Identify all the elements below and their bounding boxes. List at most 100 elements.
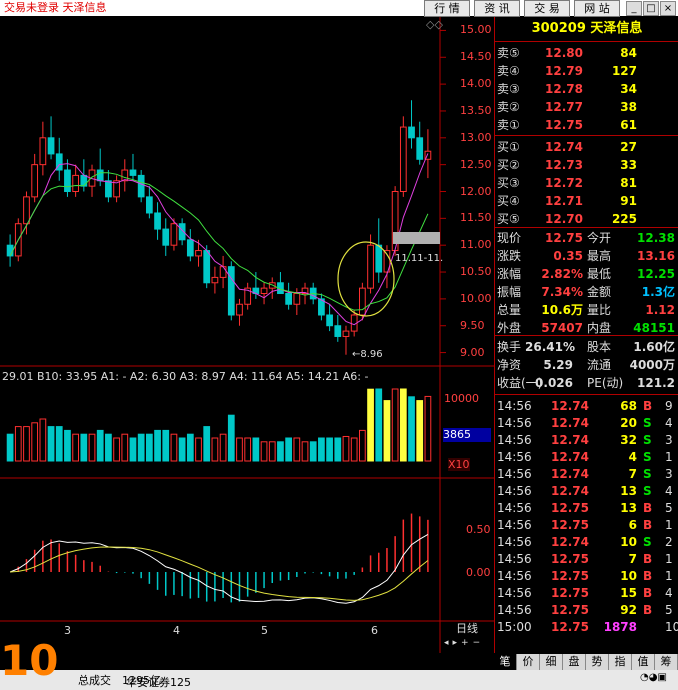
status-icons[interactable]: ◔◕▣ [640, 672, 667, 683]
ask-price: 12.75 [545, 118, 583, 132]
tick-flag: B [643, 399, 653, 413]
candle-body [260, 287, 268, 295]
price-tick-label: 13.50 [460, 103, 492, 117]
stat-value: 4000万 [629, 358, 675, 372]
volume-bar [154, 429, 161, 462]
vol-value-tag: 3865 [443, 428, 491, 442]
ask-label: 卖③ [497, 82, 520, 96]
tab-3[interactable]: 盘 [563, 654, 586, 670]
status-label: 总成交 [78, 674, 111, 687]
ask-price: 12.79 [545, 64, 583, 78]
volume-bar [129, 437, 137, 462]
volume-bar [88, 433, 96, 462]
price-tick-label: 14.00 [460, 77, 492, 91]
tick-time: 14:56 [497, 518, 532, 532]
volume-bar [195, 437, 202, 462]
stat-value: 12.25 [637, 267, 675, 281]
stat-key: 股本 [587, 340, 612, 354]
stock-header: 300209 天泽信息 [495, 17, 678, 42]
tick-row: 14:56 12.75 6 B 1 [495, 517, 678, 534]
candle-body [6, 244, 14, 257]
stat-key: 涨幅 [497, 267, 522, 281]
ask-volume: 127 [611, 64, 637, 78]
stat-key: 涨跌 [497, 249, 522, 263]
candle-body [358, 287, 366, 316]
window-title: 交易未登录 天泽信息 [4, 1, 107, 14]
bid-row: 买④ 12.71 91 [495, 192, 678, 210]
minimize-icon[interactable]: _ [626, 1, 642, 16]
candle-body [47, 137, 55, 155]
tick-time: 14:56 [497, 603, 532, 617]
stat-value: 12.75 [545, 231, 583, 245]
volume-bar [358, 429, 366, 462]
vol-unit: X10 [448, 458, 470, 471]
detail-tabs: 笔价细盘势指值筹 [494, 654, 678, 670]
tab-5[interactable]: 指 [609, 654, 632, 670]
tick-row: 14:56 12.74 68 B 9 [495, 398, 678, 415]
tab-7[interactable]: 筹 [655, 654, 678, 670]
stat-value: 0.026 [535, 376, 573, 390]
tab-trade-button[interactable]: 交 易 [524, 0, 570, 17]
bid-price: 12.71 [545, 194, 583, 208]
period-label[interactable]: 日线 [456, 620, 492, 636]
ask-row: 卖③ 12.78 34 [495, 80, 678, 98]
tab-0[interactable]: 笔 [494, 654, 517, 670]
ask-price: 12.77 [545, 100, 583, 114]
low-marker-label: ←8.96 [352, 349, 383, 360]
kline-chart[interactable]: 11.11-11. ←8.96 ◇◇ [0, 17, 494, 653]
tick-flag: B [643, 586, 653, 600]
volume-bar [252, 437, 260, 462]
tab-1[interactable]: 价 [517, 654, 540, 670]
price-tick-label: 15.00 [460, 23, 492, 37]
tab-2[interactable]: 细 [540, 654, 563, 670]
volume-bar [416, 400, 424, 462]
stat-key: 量比 [587, 303, 612, 317]
tick-price: 12.74 [551, 467, 589, 481]
tab-quotes-button[interactable]: 行 情 [424, 0, 470, 17]
stat-row: 涨跌 0.35 最高 13.16 [495, 248, 678, 265]
vol-axis-10000: 10000 [444, 392, 479, 405]
stat-value: 121.2 [637, 376, 675, 390]
macd-axis-050: 0.50 [466, 523, 491, 536]
volume-bar [408, 396, 415, 462]
bid-row: 买⑤ 12.70 225 [495, 210, 678, 228]
volume-bar [211, 437, 219, 462]
tab-6[interactable]: 值 [632, 654, 655, 670]
bid-label: 买⑤ [497, 212, 520, 226]
tick-count: 5 [665, 603, 673, 617]
tick-price: 12.74 [551, 450, 589, 464]
tick-volume: 10 [620, 569, 637, 583]
candle-body [129, 169, 137, 176]
bid-row: 买② 12.73 33 [495, 156, 678, 174]
stat-key: 振幅 [497, 285, 522, 299]
tick-price: 12.75 [551, 501, 589, 515]
scroll-arrows[interactable]: ◂▸+− [444, 638, 492, 651]
volume-bar [285, 437, 293, 462]
volume-bar [31, 422, 39, 462]
tick-time: 14:56 [497, 467, 532, 481]
tick-price: 12.75 [551, 552, 589, 566]
tick-row: 15:00 12.75 1878 105 [495, 619, 678, 636]
tab-4[interactable]: 势 [586, 654, 609, 670]
tick-price: 12.74 [551, 484, 589, 498]
stat-key: 现价 [497, 231, 522, 245]
ask-price: 12.80 [545, 46, 583, 60]
candle-body [334, 325, 342, 337]
month-label: 5 [261, 624, 268, 637]
tick-volume: 7 [628, 552, 637, 566]
tab-website-button[interactable]: 网 站 [574, 0, 620, 17]
stat-value: 5.29 [543, 358, 573, 372]
close-icon[interactable]: × [660, 1, 676, 16]
tick-time: 14:56 [497, 450, 532, 464]
volume-bar [203, 426, 211, 462]
tick-volume: 13 [620, 484, 637, 498]
tick-price: 12.75 [551, 569, 589, 583]
tick-time: 14:56 [497, 501, 532, 515]
candle-body [408, 126, 415, 139]
ask-row: 卖④ 12.79 127 [495, 62, 678, 80]
tab-news-button[interactable]: 资 讯 [474, 0, 520, 17]
maximize-icon[interactable]: □ [643, 1, 659, 16]
volume-bar [244, 437, 252, 462]
stat-value: 1.60亿 [633, 340, 675, 354]
candle-body [399, 126, 407, 192]
